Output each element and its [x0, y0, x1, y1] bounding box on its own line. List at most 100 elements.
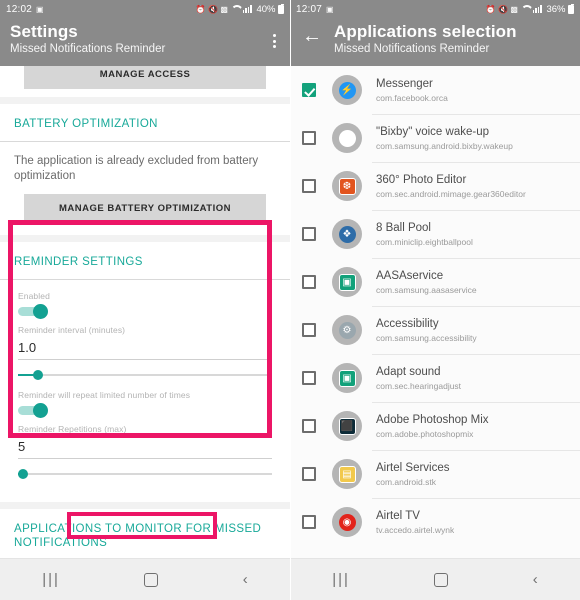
app-package: com.sec.android.mimage.gear360editor: [376, 188, 526, 199]
app-meta: Adobe Photoshop Mix com.adobe.photoshopmi…: [376, 413, 489, 440]
app-meta: AASAservice com.samsung.aasaservice: [376, 269, 477, 296]
screenshot-icon: ▣: [326, 4, 334, 14]
app-name: AASAservice: [376, 269, 444, 282]
alarm-icon: ⏰: [485, 4, 496, 14]
mute-icon: 🔇: [497, 4, 508, 14]
app-icon-glyph: ❆: [338, 177, 356, 195]
app-icon-glyph: ▣: [338, 369, 356, 387]
app-checkbox[interactable]: [302, 515, 316, 529]
app-icon-glyph: ◉: [338, 513, 356, 531]
battery-percent: 40%: [256, 3, 276, 15]
app-meta: 8 Ball Pool com.miniclip.eightballpool: [376, 221, 473, 248]
manage-battery-optimization-button[interactable]: MANAGE BATTERY OPTIMIZATION: [24, 194, 266, 223]
reminder-interval-slider[interactable]: [18, 368, 272, 382]
app-checkbox[interactable]: [302, 467, 316, 481]
page-subtitle: Missed Notifications Reminder: [334, 43, 490, 55]
airtel-tv-icon: ◉: [332, 507, 362, 537]
applications-selection-panel: 12:07 ▣ ⏰ 🔇 ▩ 36% ← Applications selecti…: [290, 0, 580, 600]
app-meta: Accessibility com.samsung.accessibility: [376, 317, 477, 344]
gear-icon: ⚙: [332, 315, 362, 345]
app-list-item[interactable]: ◐ "Bixby" voice wake-up com.samsung.androi…: [290, 114, 580, 162]
settings-panel: 12:02 ▣ ⏰ 🔇 ▩ 40% Settings Missed Notifi…: [0, 0, 290, 600]
reminder-interval-input[interactable]: 1.0: [18, 336, 272, 360]
app-checkbox[interactable]: [302, 83, 316, 97]
photo-editor-icon: ❆: [332, 171, 362, 201]
app-name: 360° Photo Editor: [376, 173, 467, 186]
wifi-icon: [520, 5, 530, 13]
app-icon-glyph: ▤: [338, 465, 356, 483]
settings-scroll-area[interactable]: MANAGE ACCESS BATTERY OPTIMIZATION The a…: [0, 66, 290, 600]
reminder-repetitions-slider[interactable]: [18, 467, 272, 481]
photoshop-mix-icon: ⬛: [332, 411, 362, 441]
app-list-item[interactable]: ⚡ Messenger com.facebook.orca: [290, 66, 580, 114]
app-list-item[interactable]: ⬛ Adobe Photoshop Mix com.adobe.photoshopm…: [290, 402, 580, 450]
app-list-item[interactable]: ❖ 8 Ball Pool com.miniclip.eightballpool: [290, 210, 580, 258]
app-meta: Adapt sound com.sec.hearingadjust: [376, 365, 461, 392]
app-package: com.samsung.android.bixby.wakeup: [376, 140, 513, 151]
8-ball-pool-icon: ❖: [332, 219, 362, 249]
app-package: com.adobe.photoshopmix: [376, 428, 474, 439]
app-list-item[interactable]: ❆ 360° Photo Editor com.sec.android.mimage…: [290, 162, 580, 210]
recents-button[interactable]: |||: [332, 572, 350, 587]
status-bar-left: 12:02 ▣ ⏰ 🔇 ▩ 40%: [0, 0, 290, 18]
mute-icon: 🔇: [207, 4, 218, 14]
app-checkbox[interactable]: [302, 275, 316, 289]
bixby-icon: ◐: [332, 123, 362, 153]
panel-divider: [290, 0, 291, 600]
back-button[interactable]: ‹: [243, 572, 248, 587]
app-checkbox[interactable]: [302, 419, 316, 433]
battery-section-header: BATTERY OPTIMIZATION: [0, 104, 290, 142]
signal-icon: [532, 5, 542, 13]
vibrate-icon: ▩: [510, 4, 518, 14]
app-name: Airtel Services: [376, 461, 450, 474]
app-checkbox[interactable]: [302, 179, 316, 193]
home-button[interactable]: [434, 572, 449, 587]
app-name: "Bixby" voice wake-up: [376, 125, 489, 138]
app-checkbox[interactable]: [302, 227, 316, 241]
app-checkbox[interactable]: [302, 371, 316, 385]
app-list-item[interactable]: ▣ AASAservice com.samsung.aasaservice: [290, 258, 580, 306]
messenger-icon: ⚡: [332, 75, 362, 105]
nav-bar-right: ||| ‹: [290, 558, 580, 600]
app-package: com.facebook.orca: [376, 92, 448, 103]
app-icon-glyph: ⬛: [338, 417, 356, 435]
app-name: Adapt sound: [376, 365, 441, 378]
reminder-interval-label: Reminder interval (minutes): [18, 325, 126, 335]
app-list-item[interactable]: ◉ Airtel TV tv.accedo.airtel.wynk: [290, 498, 580, 546]
recents-button[interactable]: |||: [42, 572, 60, 587]
applications-list[interactable]: ⚡ Messenger com.facebook.orca ◐ "Bixby" voic…: [290, 66, 580, 600]
back-arrow-icon[interactable]: ←: [302, 26, 322, 46]
app-meta: Airtel Services com.android.stk: [376, 461, 450, 488]
alarm-icon: ⏰: [195, 4, 206, 14]
app-name: Adobe Photoshop Mix: [376, 413, 489, 426]
back-button[interactable]: ‹: [533, 572, 538, 587]
app-package: com.samsung.aasaservice: [376, 284, 477, 295]
app-name: Messenger: [376, 77, 433, 90]
manage-access-button[interactable]: MANAGE ACCESS: [24, 66, 266, 89]
home-button[interactable]: [144, 572, 159, 587]
reminder-repetitions-input[interactable]: 5: [18, 435, 272, 459]
nav-bar-left: ||| ‹: [0, 558, 290, 600]
app-icon-glyph: ◐: [338, 129, 356, 147]
app-list-item[interactable]: ▣ Adapt sound com.sec.hearingadjust: [290, 354, 580, 402]
app-checkbox[interactable]: [302, 131, 316, 145]
repeat-limited-label: Reminder will repeat limited number of t…: [18, 390, 191, 400]
battery-icon: [278, 3, 284, 14]
repeat-limited-toggle[interactable]: [18, 403, 48, 418]
page-subtitle: Missed Notifications Reminder: [10, 43, 166, 55]
dual-screenshot: 12:02 ▣ ⏰ 🔇 ▩ 40% Settings Missed Notifi…: [0, 0, 580, 600]
overflow-menu-button[interactable]: [267, 34, 281, 48]
enabled-toggle[interactable]: [18, 304, 48, 319]
battery-optimization-card: BATTERY OPTIMIZATION The application is …: [0, 104, 290, 235]
app-checkbox[interactable]: [302, 323, 316, 337]
app-package: com.samsung.accessibility: [376, 332, 477, 343]
app-list-item[interactable]: ▤ Airtel Services com.android.stk: [290, 450, 580, 498]
screenshot-icon: ▣: [36, 4, 44, 14]
applications-app-bar: ← Applications selection Missed Notifica…: [290, 18, 580, 66]
notification-access-card: MANAGE ACCESS: [0, 66, 290, 97]
reminder-section-header: REMINDER SETTINGS: [0, 242, 290, 280]
app-list-item[interactable]: ⚙ Accessibility com.samsung.accessibility: [290, 306, 580, 354]
app-package: com.sec.hearingadjust: [376, 380, 462, 391]
app-meta: 360° Photo Editor com.sec.android.mimage.…: [376, 173, 526, 200]
android-service-icon: ▣: [332, 363, 362, 393]
